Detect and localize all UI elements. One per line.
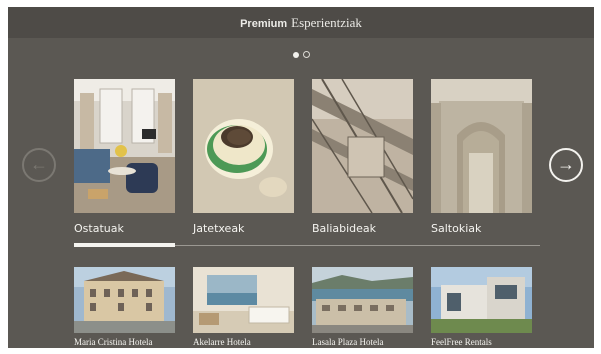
modern-house-image [431,267,532,333]
arrow-left-icon[interactable]: ← [22,148,56,182]
food-dish-image [193,79,294,213]
hotel-room-view-image [193,267,294,333]
hotel-card-akelarre[interactable] [193,267,294,333]
category-tab-jatetxeak[interactable]: Jatetxeak [193,222,244,235]
brand-label: Premium [240,18,288,30]
pagination-dots [8,51,594,58]
category-tab-baliabideak[interactable]: Baliabideak [312,222,376,235]
experiences-screen: Premium Esperientziak ← → Ostatuak Jatet… [8,7,594,348]
hotel-name-akelarre[interactable]: Akelarre Hotela [193,337,251,347]
page-dot-2[interactable] [302,51,310,58]
category-card-baliabideak[interactable] [312,79,413,213]
active-tab-indicator [74,243,175,247]
category-card-saltokiak[interactable] [431,79,532,213]
page-title: Esperientziak [291,15,362,30]
hotel-room-image [74,79,175,213]
city-bay-image [312,267,413,333]
category-card-ostatuak[interactable] [74,79,175,213]
hotel-name-maria-cristina[interactable]: Maria Cristina Hotela [74,337,152,347]
category-tab-ostatuak[interactable]: Ostatuak [74,222,124,235]
hotel-name-feelfree-rentals[interactable]: FeelFree Rentals [431,337,492,347]
page-dot-1[interactable] [292,52,299,58]
staircase-image [312,79,413,213]
arrow-right-icon[interactable]: → [549,148,583,182]
hotel-name-lasala-plaza[interactable]: Lasala Plaza Hotela [312,337,383,347]
category-card-jatetxeak[interactable] [193,79,294,213]
hotel-card-lasala-plaza[interactable] [312,267,413,333]
hotel-card-maria-cristina[interactable] [74,267,175,333]
header-bar: Premium Esperientziak [8,7,594,38]
hotel-building-image [74,267,175,333]
hotel-card-feelfree-rentals[interactable] [431,267,532,333]
doorway-image [431,79,532,213]
category-tab-saltokiak[interactable]: Saltokiak [431,222,481,235]
